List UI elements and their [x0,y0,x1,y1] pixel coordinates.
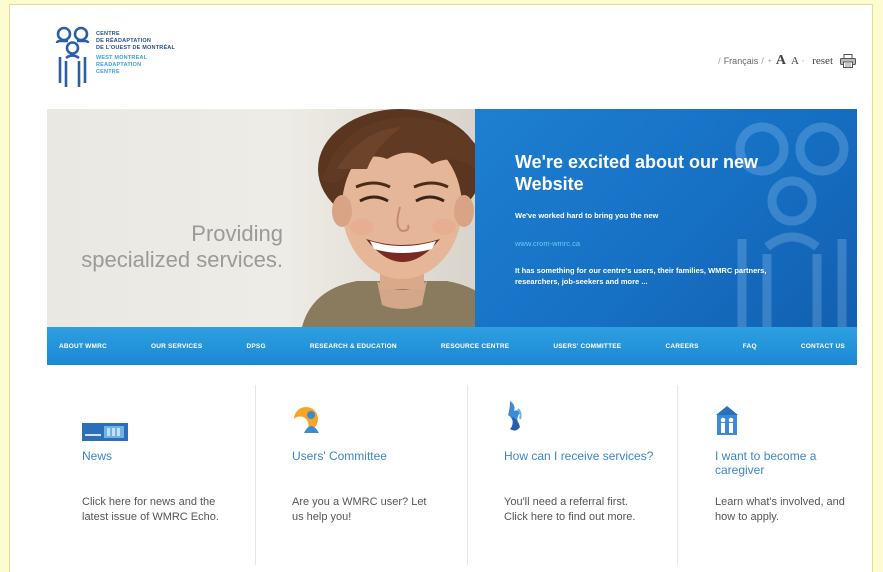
hero-tagline: Providing specialized services. [81,221,283,272]
logo-mark-icon [55,26,90,87]
hero-website-link[interactable]: www.crom-wmrc.ca [515,239,580,248]
hero-intro-text: We've worked hard to bring you the new [515,211,659,220]
logo-french-name: CENTRE DE RÉADAPTATION DE L'OUEST DE MON… [96,31,176,51]
site-logo[interactable]: CENTRE DE RÉADAPTATION DE L'OUEST DE MON… [54,25,214,97]
nav-about-wmrc[interactable]: ABOUT WMRC [59,343,107,350]
feature-tiles: News Click here for news and the latest … [47,385,857,572]
tile-title[interactable]: Users' Committee [292,449,442,463]
tile-title[interactable]: How can I receive services? [504,449,654,463]
page: CENTRE DE RÉADAPTATION DE L'OUEST DE MON… [9,4,873,572]
tile-become-caregiver[interactable]: I want to become a caregiver Learn what'… [715,385,872,572]
nav-faq[interactable]: FAQ [743,343,757,350]
tile-users-committee[interactable]: Users' Committee Are you a WMRC user? Le… [292,385,502,572]
logo-english-name: WEST MONTREAL READAPTATION CENTRE [96,55,148,75]
utility-bar: / Français / + A A - reset [717,53,856,69]
language-link[interactable]: Français [724,56,759,66]
tile-text: Are you a WMRC user? Let us help you! [292,496,427,523]
nav-resource-centre[interactable]: RESOURCE CENTRE [441,343,509,350]
text-size-increase-button[interactable]: A [776,53,786,69]
text-size-decrease-button[interactable]: A [791,55,799,67]
tile-title[interactable]: I want to become a caregiver [715,449,865,477]
nav-users-committee[interactable]: USERS' COMMITTEE [553,343,621,350]
hero-banner: Providing specialized services. We're ex… [47,109,857,327]
printer-icon[interactable] [840,54,856,68]
caregiver-house-icon [716,406,738,435]
hero-heading: We're excited about our new Website [515,152,758,194]
logo-text: CENTRE DE RÉADAPTATION DE L'OUEST DE MON… [96,31,175,76]
text-size-reset-button[interactable]: reset [812,55,833,67]
tile-text: Learn what's involved, and how to apply. [715,496,845,523]
nav-dpsg[interactable]: DPSG [246,343,265,350]
logo-watermark-icon [735,122,849,327]
nav-contact-us[interactable]: CONTACT US [801,343,845,350]
tile-text: Click here for news and the latest issue… [82,496,219,523]
tile-title[interactable]: News [82,449,232,463]
hero-description: It has something for our centre's users,… [515,266,767,286]
nav-careers[interactable]: CAREERS [665,343,698,350]
newsletter-icon [82,423,128,441]
nav-research-education[interactable]: RESEARCH & EDUCATION [310,343,397,350]
tile-receive-services[interactable]: How can I receive services? You'll need … [504,385,714,572]
main-nav: ABOUT WMRC OUR SERVICES DPSG RESEARCH & … [47,327,857,365]
nav-our-services[interactable]: OUR SERVICES [151,343,202,350]
hands-icon [508,401,522,431]
hero-announcement-panel: We're excited about our new Website We'v… [475,109,857,327]
users-committee-icon [294,407,319,433]
tile-news[interactable]: News Click here for news and the latest … [82,385,292,572]
tile-text: You'll need a referral first. Click here… [504,496,636,523]
